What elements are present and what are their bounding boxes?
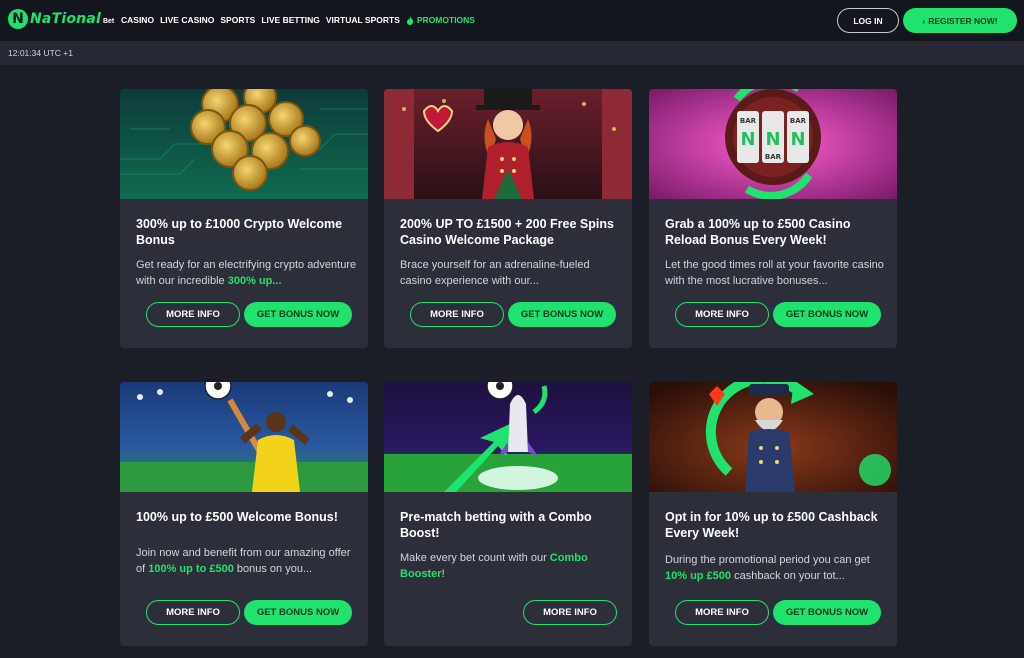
get-bonus-button[interactable]: GET BONUS NOW [244, 600, 352, 625]
flame-icon [406, 15, 413, 25]
promo-card-combo-boost: Pre-match betting with a Combo Boost! Ma… [384, 382, 632, 646]
nav-promotions[interactable]: PROMOTIONS [406, 15, 475, 25]
card-title: 200% UP TO £1500 + 200 Free Spins Casino… [400, 217, 614, 247]
svg-text:BAR: BAR [765, 153, 782, 161]
card-description: Make every bet count with our Combo Boos… [400, 552, 588, 580]
more-info-button[interactable]: MORE INFO [675, 600, 769, 625]
get-bonus-button[interactable]: GET BONUS NOW [773, 302, 881, 327]
promo-card-casino-welcome: 200% UP TO £1500 + 200 Free Spins Casino… [384, 89, 632, 348]
nav-live-casino[interactable]: LIVE CASINO [160, 15, 214, 25]
logo-n-icon: N [8, 9, 28, 29]
football-player-image [120, 382, 368, 492]
more-info-button[interactable]: MORE INFO [146, 302, 240, 327]
register-label: REGISTER NOW! [928, 15, 998, 26]
nav-sports[interactable]: SPORTS [220, 15, 255, 25]
slot-reels-image: N N N BAR BAR BAR [649, 89, 897, 199]
promo-card-cashback: Opt in for 10% up to £500 Cashback Every… [649, 382, 897, 646]
svg-text:N: N [790, 129, 805, 150]
rocket-ball-image [384, 382, 632, 492]
nav-live-betting[interactable]: LIVE BETTING [261, 15, 320, 25]
svg-text:N: N [740, 129, 755, 150]
nav-casino[interactable]: CASINO [121, 15, 154, 25]
more-info-button[interactable]: MORE INFO [410, 302, 504, 327]
circus-ringmaster-image [384, 89, 632, 199]
nav-promotions-label: PROMOTIONS [416, 15, 475, 25]
register-button[interactable]: › REGISTER NOW! [903, 8, 1017, 33]
card-title: 300% up to £1000 Crypto Welcome Bonus [136, 217, 343, 247]
svg-text:BAR: BAR [790, 117, 807, 125]
logo-bet-label: Bet [102, 17, 115, 25]
status-bar: 12:01:34 UTC +1 [0, 41, 1024, 65]
top-header: N NaTional Bet CASINO LIVE CASINO SPORTS… [0, 0, 1024, 41]
more-info-button[interactable]: MORE INFO [146, 600, 240, 625]
get-bonus-button[interactable]: GET BONUS NOW [508, 302, 616, 327]
more-info-button[interactable]: MORE INFO [523, 600, 617, 625]
card-title: Grab a 100% up to £500 Casino Reload Bon… [665, 217, 851, 247]
get-bonus-button[interactable]: GET BONUS NOW [773, 600, 881, 625]
card-title: Opt in for 10% up to £500 Cashback Every… [665, 510, 878, 540]
card-description: Join now and benefit from our amazing of… [136, 547, 351, 575]
main-nav: CASINO LIVE CASINO SPORTS LIVE BETTING V… [121, 15, 475, 25]
login-button[interactable]: LOG IN [837, 8, 899, 33]
chevron-right-icon: › [922, 15, 926, 26]
logo-wordmark: NaTional [30, 11, 101, 27]
captain-cashback-image [649, 382, 897, 492]
svg-text:N: N [765, 129, 780, 150]
card-title: 100% up to £500 Welcome Bonus! [136, 510, 338, 524]
nav-virtual-sports[interactable]: VIRTUAL SPORTS [326, 15, 400, 25]
card-description: Get ready for an electrifying crypto adv… [136, 259, 357, 287]
more-info-button[interactable]: MORE INFO [675, 302, 769, 327]
server-clock: 12:01:34 UTC +1 [8, 48, 73, 58]
promo-card-sports-welcome: 100% up to £500 Welcome Bonus! Join now … [120, 382, 368, 646]
card-description: Let the good times roll at your favorite… [665, 259, 884, 287]
svg-text:BAR: BAR [740, 117, 757, 125]
get-bonus-button[interactable]: GET BONUS NOW [244, 302, 352, 327]
card-description: Brace yourself for an adrenaline-fueled … [400, 259, 590, 287]
card-description: During the promotional period you can ge… [665, 554, 870, 582]
promo-card-crypto: 300% up to £1000 Crypto Welcome Bonus Ge… [120, 89, 368, 348]
site-logo[interactable]: N NaTional Bet [8, 9, 114, 29]
promo-card-reload: N N N BAR BAR BAR Grab a 100% up to £500… [649, 89, 897, 348]
crypto-coins-image [120, 89, 368, 199]
card-title: Pre-match betting with a Combo Boost! [400, 510, 592, 540]
